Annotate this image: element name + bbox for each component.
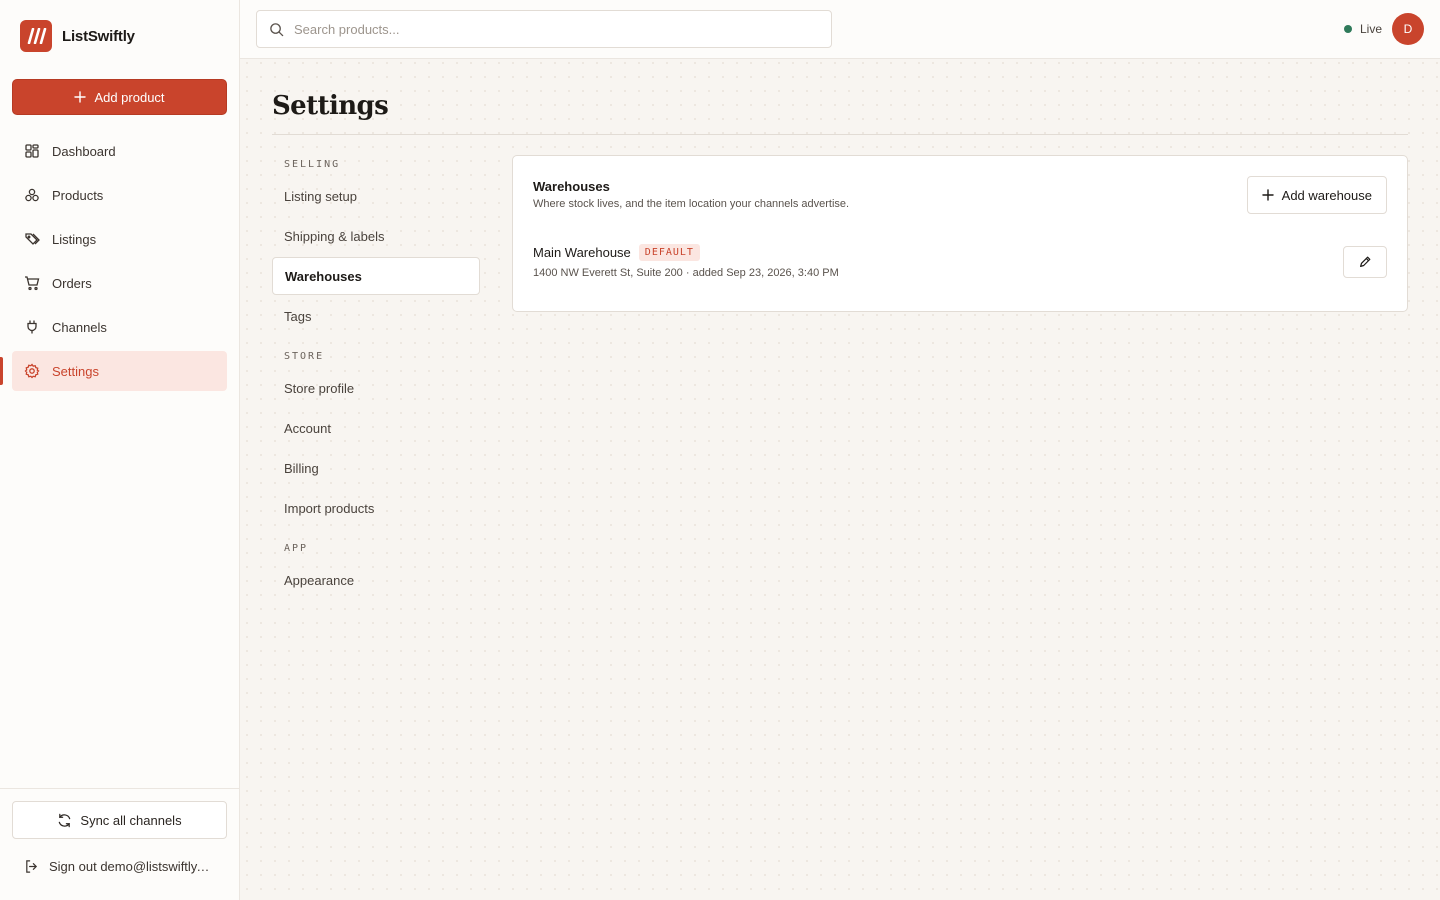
status-label: Live bbox=[1359, 22, 1382, 36]
sidebar-item-label: Orders bbox=[52, 275, 92, 291]
subnav-item-import-products[interactable]: Import products bbox=[272, 489, 480, 527]
subnav-item-store-profile[interactable]: Store profile bbox=[272, 369, 480, 407]
add-product-button[interactable]: Add product bbox=[12, 79, 227, 115]
refresh-icon bbox=[59, 813, 71, 827]
sidebar-item-products[interactable]: Products bbox=[12, 175, 227, 215]
subnav-item-tags[interactable]: Tags bbox=[272, 297, 480, 335]
page-title: Settings bbox=[272, 91, 389, 121]
subnav-item-account[interactable]: Account bbox=[272, 409, 480, 447]
sidebar-item-orders[interactable]: Orders bbox=[12, 263, 227, 303]
sidebar-item-label: Products bbox=[52, 187, 104, 203]
logo-icon bbox=[20, 20, 52, 52]
subnav-item-warehouses[interactable]: Warehouses bbox=[272, 257, 480, 295]
brand-name: ListSwiftly bbox=[62, 27, 135, 45]
status-dot bbox=[1343, 25, 1352, 33]
subnav-heading-selling: SELLING bbox=[284, 159, 341, 170]
warehouses-title: Warehouses bbox=[533, 179, 610, 194]
page-header: Settings bbox=[272, 89, 1408, 135]
warehouses-card: Warehouses Where stock lives, and the it… bbox=[512, 155, 1408, 312]
avatar[interactable]: D bbox=[1392, 13, 1424, 45]
sidebar: ListSwiftly Add product Dashboard Produc… bbox=[0, 0, 240, 900]
subnav-heading-app: APP bbox=[284, 543, 309, 554]
subnav-heading-store: STORE bbox=[284, 351, 325, 362]
dashboard-icon bbox=[25, 144, 39, 158]
search-box[interactable] bbox=[256, 10, 832, 48]
products-icon bbox=[25, 188, 39, 202]
app-root: ListSwiftly Add product Dashboard Produc… bbox=[0, 0, 1440, 900]
sidebar-item-dashboard[interactable]: Dashboard bbox=[12, 131, 227, 171]
topbar-right: Live D bbox=[1343, 13, 1424, 45]
plus-icon bbox=[1261, 189, 1274, 201]
sync-all-channels-button[interactable]: Sync all channels bbox=[12, 801, 227, 839]
sign-out-button[interactable]: Sign out demo@listswiftly.com bbox=[12, 859, 227, 874]
warehouse-row: Main Warehouse DEFAULT 1400 NW Everett S… bbox=[533, 244, 1387, 279]
plug-icon bbox=[27, 320, 37, 334]
warehouse-name: Main Warehouse bbox=[533, 245, 631, 260]
topbar: Live D bbox=[240, 0, 1440, 59]
subnav-item-listing-setup[interactable]: Listing setup bbox=[272, 177, 480, 215]
add-warehouse-button[interactable]: Add warehouse bbox=[1246, 176, 1387, 214]
warehouses-subtitle: Where stock lives, and the item location… bbox=[533, 198, 850, 210]
settings-body: SELLING Listing setup Shipping & labels … bbox=[272, 155, 1408, 601]
default-badge: DEFAULT bbox=[638, 244, 700, 261]
brand[interactable]: ListSwiftly bbox=[0, 0, 239, 72]
sign-out-icon bbox=[26, 860, 38, 873]
plus-icon bbox=[74, 91, 87, 103]
content: Settings SELLING Listing setup Shipping … bbox=[240, 59, 1440, 900]
gear-icon bbox=[24, 363, 40, 379]
edit-warehouse-button[interactable] bbox=[1343, 245, 1387, 278]
subnav-item-billing[interactable]: Billing bbox=[272, 449, 480, 487]
sidebar-footer: Sync all channels Sign out demo@listswif… bbox=[0, 788, 239, 900]
warehouse-meta: 1400 NW Everett St, Suite 200 · added Se… bbox=[533, 267, 839, 279]
sidebar-nav: Dashboard Products Listings Orders Chann… bbox=[0, 131, 239, 395]
main-area: Live D Settings SELLING Listing setup Sh… bbox=[240, 0, 1440, 900]
sidebar-item-listings[interactable]: Listings bbox=[12, 219, 227, 259]
add-product-label: Add product bbox=[94, 89, 165, 105]
sidebar-item-label: Channels bbox=[52, 319, 107, 335]
subnav-item-appearance[interactable]: Appearance bbox=[272, 561, 480, 599]
search-icon bbox=[270, 22, 284, 36]
settings-subnav: SELLING Listing setup Shipping & labels … bbox=[272, 155, 480, 601]
subnav-item-shipping-labels[interactable]: Shipping & labels bbox=[272, 217, 480, 255]
sync-label: Sync all channels bbox=[80, 812, 182, 828]
sign-out-label: Sign out demo@listswiftly.com bbox=[49, 859, 211, 874]
add-warehouse-label: Add warehouse bbox=[1281, 187, 1372, 203]
tag-icon bbox=[25, 233, 40, 245]
pencil-icon bbox=[1360, 256, 1371, 267]
sidebar-item-settings[interactable]: Settings bbox=[0, 351, 227, 391]
cart-icon bbox=[25, 276, 40, 291]
sidebar-item-label: Settings bbox=[52, 363, 99, 379]
sidebar-item-label: Dashboard bbox=[52, 143, 116, 159]
search-input[interactable] bbox=[294, 21, 819, 37]
warehouses-card-header: Warehouses Where stock lives, and the it… bbox=[533, 176, 1387, 214]
sidebar-item-label: Listings bbox=[52, 231, 97, 247]
sidebar-item-channels[interactable]: Channels bbox=[12, 307, 227, 347]
